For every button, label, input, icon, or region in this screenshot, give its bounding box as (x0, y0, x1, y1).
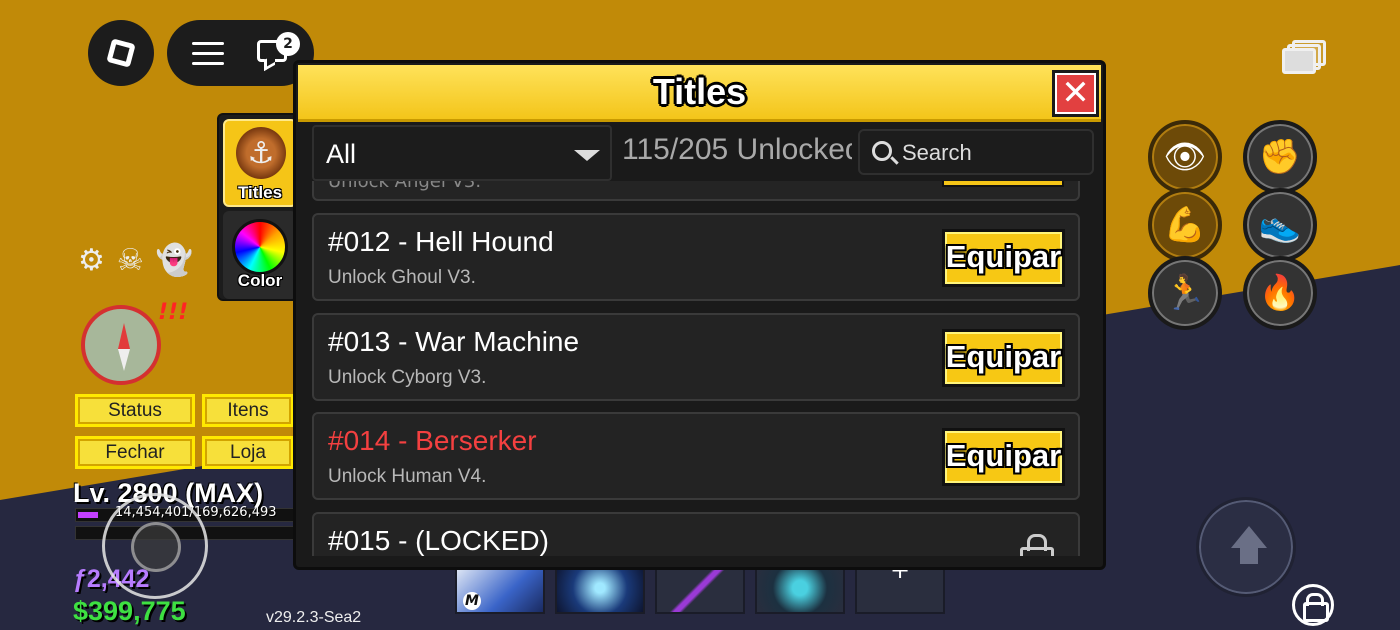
title-name: #014 - Berserker (328, 425, 537, 456)
unlocked-count: 115/205 Unlocked (622, 133, 852, 166)
awakening-flame-icon[interactable]: 🔥 (1243, 256, 1317, 330)
slot-key-label: M (463, 592, 481, 610)
pirate-skull-icon[interactable]: ☠ (117, 243, 144, 278)
close-button[interactable]: ✕ (1052, 70, 1099, 117)
alert-indicator: !!! (158, 300, 189, 325)
filter-dropdown[interactable]: All (312, 125, 612, 181)
chevron-down-icon (574, 150, 600, 161)
xp-fill (78, 512, 98, 518)
panel-title: Titles (652, 71, 747, 112)
dash-shoe-icon[interactable]: 👟 (1243, 188, 1317, 262)
tab-titles[interactable]: ⚓ Titles (223, 119, 297, 207)
list-item: #012 - Hell Hound Unlock Ghoul V3. Equip… (312, 213, 1080, 301)
chat-badge: 2 (276, 32, 300, 56)
roblox-logo-icon (106, 38, 136, 68)
anchor-icon: ⚓ (236, 127, 286, 179)
title-name: #015 - (LOCKED) (328, 525, 549, 556)
titles-panel: Titles ✕ Unlock Angel V3. #012 - Hell Ho… (293, 60, 1106, 570)
lock-icon (1020, 534, 1054, 556)
punch-fist-icon[interactable]: ✊ (1243, 120, 1317, 194)
list-item: #013 - War Machine Unlock Cyborg V3. Equ… (312, 313, 1080, 401)
strength-muscle-icon[interactable]: 💪 (1148, 188, 1222, 262)
partial-equip-button[interactable] (942, 181, 1064, 187)
shift-lock-icon[interactable] (1292, 584, 1334, 626)
sprint-runner-icon[interactable]: 🏃 (1148, 256, 1222, 330)
loja-button[interactable]: Loja (202, 436, 294, 469)
version-label: v29.2.3-Sea2 (266, 609, 362, 626)
windows-icon[interactable] (1282, 40, 1326, 74)
titles-side-tabs: ⚓ Titles Color (217, 113, 299, 301)
color-wheel-icon (232, 219, 288, 275)
title-desc: Unlock Cyborg V3. (328, 367, 487, 388)
fechar-button[interactable]: Fechar (75, 436, 195, 469)
status-button[interactable]: Status (75, 394, 195, 427)
title-desc: Unlock Human V4. (328, 466, 487, 487)
title-desc: Unlock Ghoul V3. (328, 267, 476, 288)
equip-button[interactable]: Equipar (942, 229, 1065, 287)
compass-needle-icon (118, 323, 130, 349)
ghost-icon[interactable]: 👻 (156, 243, 193, 278)
panel-header: Titles ✕ (298, 65, 1101, 122)
partial-row-desc: Unlock Angel V3. (328, 181, 482, 192)
search-icon (872, 141, 892, 161)
tab-titles-label: Titles (237, 183, 283, 202)
hamburger-menu-icon[interactable] (192, 42, 224, 72)
titles-list[interactable]: Unlock Angel V3. #012 - Hell Hound Unloc… (312, 181, 1080, 556)
jump-button[interactable] (1196, 497, 1296, 597)
beli-counter: $399,775 (73, 596, 186, 626)
filter-value: All (326, 139, 357, 169)
tab-color[interactable]: Color (223, 211, 297, 299)
title-name: #012 - Hell Hound (328, 226, 554, 257)
observation-eye-icon[interactable]: 👁 (1148, 120, 1222, 194)
equip-button[interactable]: Equipar (942, 329, 1065, 387)
hud-quick-icons: ⚙ ☠ 👻 (78, 243, 193, 278)
itens-button[interactable]: Itens (202, 394, 294, 427)
up-arrow-icon (1231, 526, 1267, 564)
compass-button[interactable] (81, 305, 161, 385)
tab-color-label: Color (237, 271, 283, 290)
title-name: #013 - War Machine (328, 326, 580, 357)
settings-gear-icon[interactable]: ⚙ (78, 243, 105, 278)
joystick-knob[interactable] (131, 522, 181, 572)
list-item-partial: Unlock Angel V3. (312, 181, 1080, 201)
roblox-menu-button[interactable] (88, 20, 154, 86)
roblox-topbar-pill: 2 (167, 20, 314, 86)
equip-button[interactable]: Equipar (942, 428, 1065, 486)
search-box[interactable] (858, 129, 1094, 175)
list-item: #015 - (LOCKED) (312, 512, 1080, 556)
movement-joystick[interactable] (102, 493, 208, 599)
list-item: #014 - Berserker Unlock Human V4. Equipa… (312, 412, 1080, 500)
search-input[interactable] (902, 139, 1082, 167)
